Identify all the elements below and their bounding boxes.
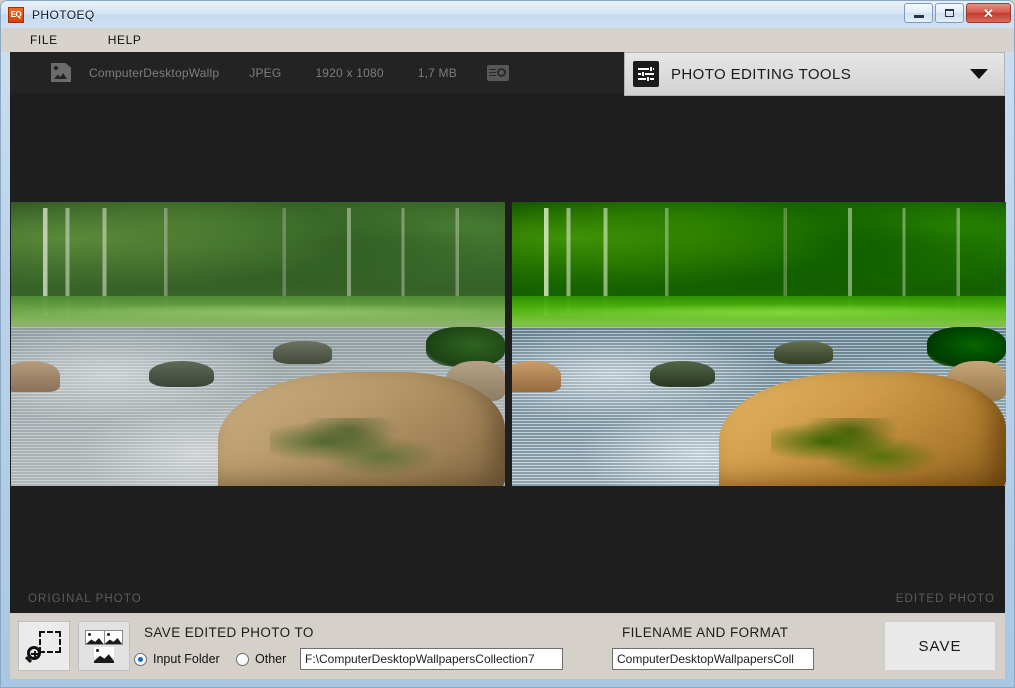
menu-item-help[interactable]: HELP (102, 31, 148, 49)
save-destination-label: SAVE EDITED PHOTO TO (144, 625, 314, 640)
info-format: JPEG (249, 65, 282, 80)
original-photo[interactable] (11, 202, 505, 486)
image-info-bar: ComputerDesktopWallp JPEG 1920 x 1080 1,… (10, 52, 624, 93)
chevron-down-icon (970, 69, 988, 79)
sliders-icon (633, 61, 659, 87)
zoom-select-icon (27, 631, 61, 661)
photo-editing-tools-dropdown[interactable]: PHOTO EDITING TOOLS (624, 52, 1005, 96)
window-controls: ✕ (904, 3, 1011, 23)
close-icon: ✕ (983, 5, 994, 21)
canvas-area: ComputerDesktopWallp JPEG 1920 x 1080 1,… (10, 52, 1006, 613)
minimize-icon (913, 15, 924, 18)
close-button[interactable]: ✕ (966, 3, 1011, 23)
maximize-button[interactable] (935, 3, 964, 23)
output-filename-input[interactable]: ComputerDesktopWallpapersColl (612, 648, 814, 670)
info-filesize: 1,7 MB (417, 65, 457, 80)
preview-row (11, 202, 1006, 486)
app-icon: EQ (8, 6, 24, 23)
compare-view-icon (85, 630, 123, 663)
minimize-button[interactable] (904, 3, 933, 23)
info-dimensions: 1920 x 1080 (315, 65, 384, 80)
photoeq-window: EQ PHOTOEQ ✕ FILE HELP ComputerDesktopWa… (0, 0, 1015, 688)
photo-editing-tools-label: PHOTO EDITING TOOLS (671, 65, 852, 83)
output-path-input[interactable]: F:\ComputerDesktopWallpapersCollection7 (300, 648, 563, 670)
menu-item-file[interactable]: FILE (24, 31, 64, 49)
zoom-selection-button[interactable] (18, 621, 70, 671)
compare-view-button[interactable] (78, 621, 130, 671)
title-bar[interactable]: EQ PHOTOEQ ✕ (1, 1, 1014, 28)
radio-other[interactable]: Other (236, 652, 286, 666)
radio-input-folder-label: Input Folder (153, 652, 220, 666)
radio-other-label: Other (255, 652, 287, 666)
edited-photo[interactable] (512, 202, 1006, 486)
image-file-icon (51, 63, 71, 82)
save-button[interactable]: SAVE (884, 621, 996, 671)
window-title: PHOTOEQ (32, 7, 95, 22)
edited-photo-label: EDITED PHOTO (895, 593, 995, 605)
exif-camera-icon[interactable] (486, 64, 509, 81)
radio-other-indicator[interactable] (236, 652, 249, 666)
info-filename: ComputerDesktopWallp (89, 65, 220, 80)
maximize-icon (945, 9, 954, 17)
original-photo-label: ORIGINAL PHOTO (28, 593, 142, 605)
menu-bar: FILE HELP (1, 28, 1014, 52)
filename-format-label: FILENAME AND FORMAT (622, 625, 789, 640)
radio-input-folder[interactable]: Input Folder (134, 652, 220, 666)
radio-input-folder-indicator[interactable] (134, 652, 147, 666)
